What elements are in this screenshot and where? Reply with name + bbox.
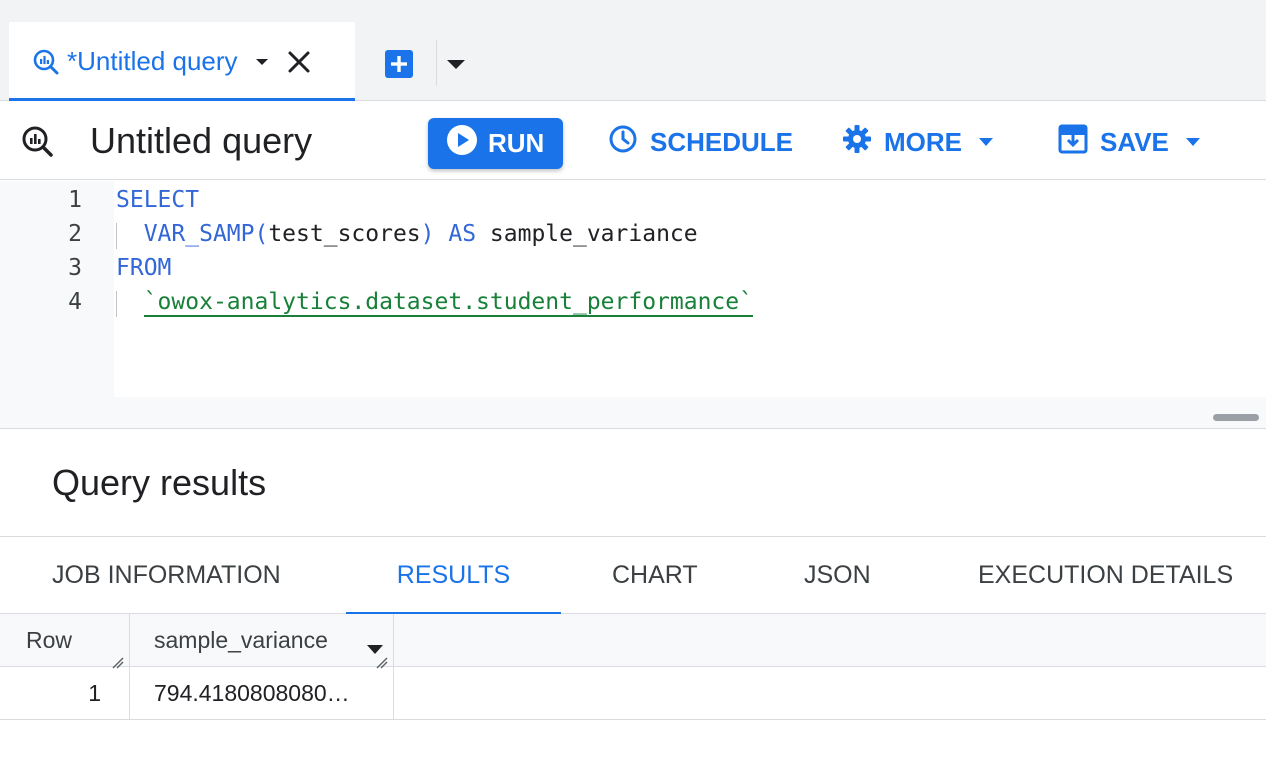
save-button[interactable]: SAVE <box>1058 122 1201 162</box>
save-button-label: SAVE <box>1100 126 1169 157</box>
column-header-row[interactable]: Row <box>0 614 130 669</box>
line-number: 1 <box>68 187 82 213</box>
column-resize-icon[interactable] <box>375 649 389 669</box>
query-icon <box>31 47 61 77</box>
code-line[interactable]: 2 VAR_SAMP(test_scores) AS sample_varian… <box>0 217 1266 251</box>
code-text: FROM <box>116 251 171 285</box>
save-icon <box>1058 124 1088 161</box>
line-number: 2 <box>68 221 82 247</box>
editor-resize-handle[interactable] <box>1213 414 1259 421</box>
code-text: `owox-analytics.dataset.student_performa… <box>116 285 753 319</box>
row-number-cell: 1 <box>0 667 130 719</box>
play-icon <box>446 124 478 163</box>
add-icon[interactable] <box>383 48 415 80</box>
schedule-button[interactable]: SCHEDULE <box>608 122 793 162</box>
code-token: `owox-analytics.dataset.student_performa… <box>143 289 753 317</box>
column-resize-icon[interactable] <box>111 649 125 669</box>
code-text: SELECT <box>116 183 199 217</box>
sample-variance-cell[interactable]: 794.4180808080… <box>130 667 394 719</box>
query-results-title: Query results <box>52 462 267 503</box>
table-header: Row sample_variance <box>0 614 1266 669</box>
schedule-button-label: SCHEDULE <box>650 126 794 157</box>
line-number: 4 <box>68 289 82 315</box>
caret-down-icon <box>1185 137 1201 147</box>
tab-divider <box>436 40 437 86</box>
column-header-sample-variance[interactable]: sample_variance <box>130 614 394 669</box>
query-tab-bar: *Untitled query <box>0 0 1266 101</box>
tab-results-label: RESULTS <box>396 561 511 589</box>
code-line[interactable]: 3 FROM <box>0 251 1266 285</box>
query-tab[interactable]: *Untitled query <box>9 22 355 101</box>
code-line[interactable]: 4 `owox-analytics.dataset.student_perfor… <box>0 285 1266 319</box>
code-token: FROM <box>116 255 172 281</box>
tab-job-information[interactable]: JOB INFORMATION <box>52 537 281 614</box>
clock-icon <box>608 124 638 161</box>
code-text: VAR_SAMP(test_scores) AS sample_variance <box>116 217 698 251</box>
run-button[interactable]: RUN <box>428 118 563 169</box>
table-row[interactable]: 1 794.4180808080… <box>0 667 1266 720</box>
column-header-label: Row <box>26 627 73 653</box>
code-line[interactable]: 1 SELECT <box>0 183 1266 217</box>
line-number: 3 <box>68 255 82 281</box>
more-button-label: MORE <box>884 126 962 157</box>
column-header-label: sample_variance <box>154 627 328 653</box>
more-button[interactable]: MORE <box>842 122 994 162</box>
close-icon[interactable] <box>284 47 314 77</box>
code-token: test_scores <box>268 221 421 247</box>
page-title: Untitled query <box>90 120 313 161</box>
chevron-down-icon[interactable] <box>252 52 272 72</box>
code-token: SELECT <box>116 187 200 213</box>
tab-json[interactable]: JSON <box>804 537 871 614</box>
query-toolbar: Untitled query RUN SCHEDULE MORE SAVE <box>0 102 1266 180</box>
tab-results[interactable]: RESULTS <box>346 537 561 615</box>
results-table: Row sample_variance 1 794.4180808080… <box>0 614 1266 720</box>
gear-icon <box>842 124 872 161</box>
tab-execution-details[interactable]: EXECUTION DETAILS <box>978 537 1233 614</box>
run-button-label: RUN <box>488 128 545 158</box>
code-token: AS <box>448 221 477 247</box>
results-tab-bar: JOB INFORMATION RESULTS CHART JSON EXECU… <box>0 536 1266 615</box>
tab-chart[interactable]: CHART <box>612 537 698 614</box>
active-tab-indicator <box>9 98 355 101</box>
sql-editor[interactable]: 1 SELECT 2 VAR_SAMP(test_scores) AS sample… <box>0 181 1266 429</box>
caret-down-icon[interactable] <box>444 52 468 76</box>
caret-down-icon <box>978 137 994 147</box>
code-token: ) <box>420 221 449 247</box>
query-tab-title: *Untitled query <box>67 46 238 76</box>
code-token: VAR_SAMP( <box>143 221 269 247</box>
code-token: sample_variance <box>476 221 698 247</box>
query-icon <box>20 124 54 158</box>
